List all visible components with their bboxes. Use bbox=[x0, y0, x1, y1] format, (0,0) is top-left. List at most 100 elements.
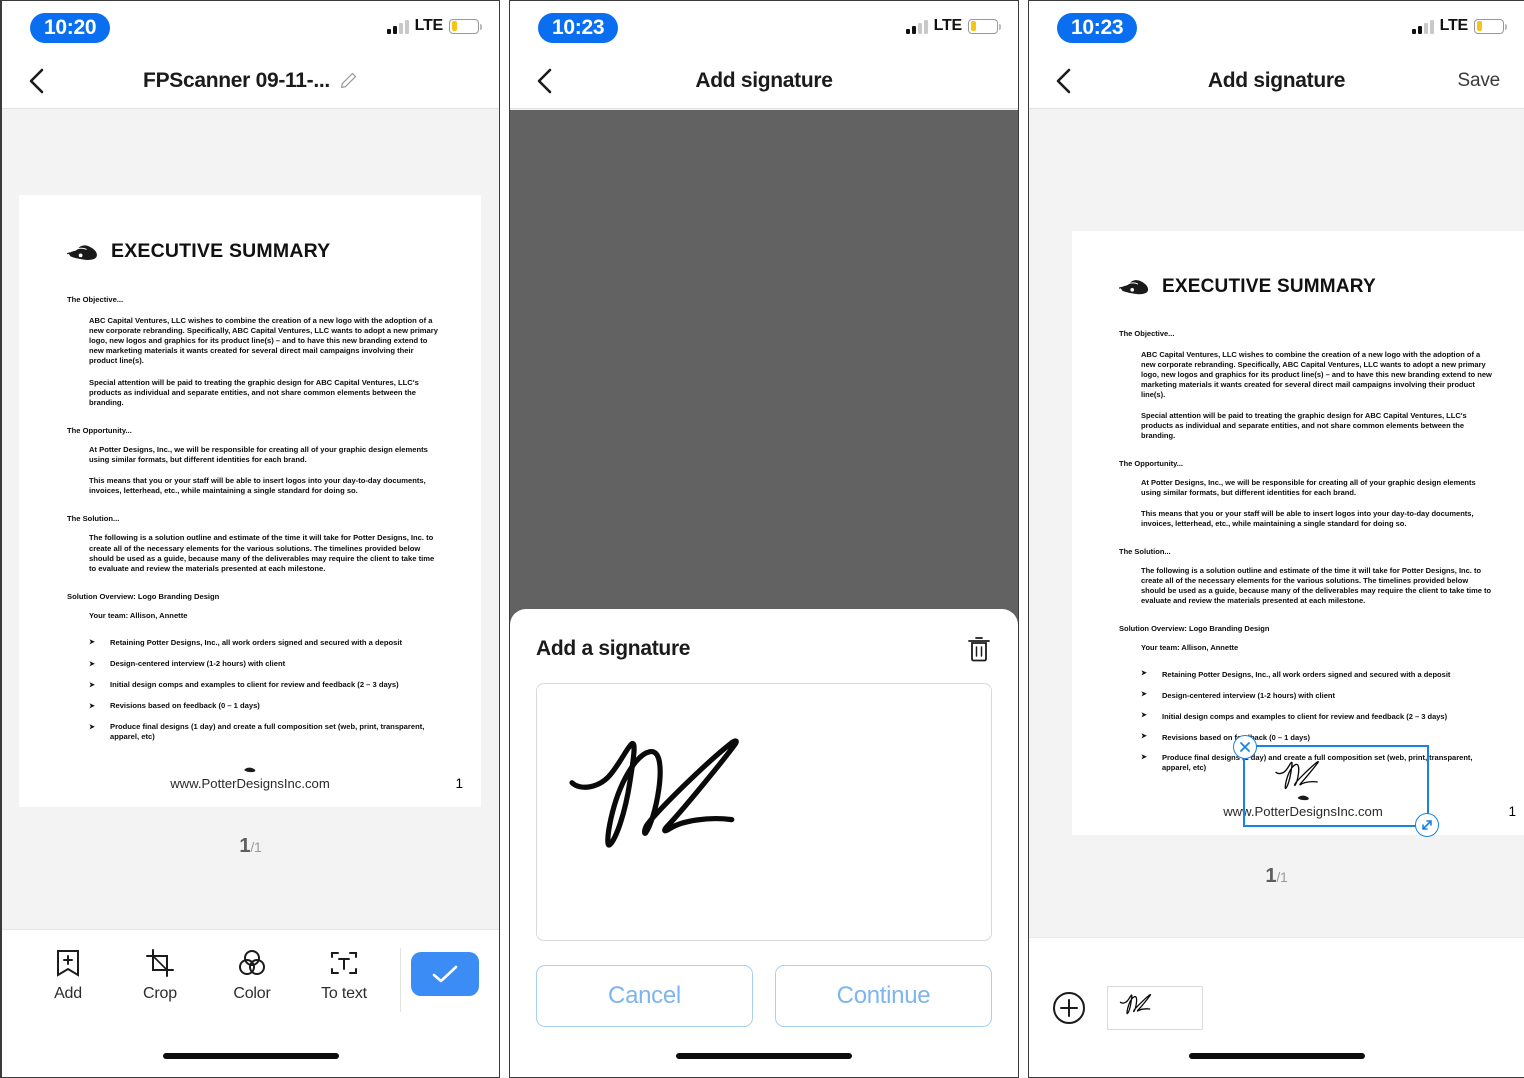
footer-logo-icon bbox=[244, 767, 256, 773]
cancel-button[interactable]: Cancel bbox=[536, 965, 753, 1027]
section-paragraph: At Potter Designs, Inc., we will be resp… bbox=[1141, 477, 1476, 497]
section-heading: The Objective... bbox=[1119, 329, 1175, 339]
crop-button-label: Crop bbox=[143, 985, 177, 1002]
battery-icon bbox=[449, 18, 482, 34]
sheet-actions: Cancel Continue bbox=[536, 965, 992, 1027]
resize-diagonal-icon[interactable] bbox=[1415, 813, 1439, 837]
section-paragraph: ABC Capital Ventures, LLC wishes to comb… bbox=[1141, 350, 1492, 400]
network-type-label: LTE bbox=[933, 17, 963, 34]
chevron-left-icon[interactable] bbox=[534, 67, 556, 95]
team-line: Your team: Allison, Annette bbox=[89, 610, 188, 620]
panel-spacer bbox=[1019, 0, 1028, 1078]
signature-tray bbox=[1029, 937, 1524, 1077]
signature-thumbnail[interactable] bbox=[1107, 985, 1203, 1030]
document-title: EXECUTIVE SUMMARY bbox=[1162, 276, 1376, 297]
plus-circle-icon[interactable] bbox=[1051, 990, 1087, 1026]
solution-overview-heading: Solution Overview: Logo Branding Design bbox=[67, 591, 220, 601]
three-panel-screenshot: 10:20 LTE FPScanner 09-11-... EXECUTIVE … bbox=[0, 0, 1524, 1078]
document-content: EXECUTIVE SUMMARY The Objective... ABC C… bbox=[19, 195, 481, 743]
section-paragraph: The following is a solution outline and … bbox=[89, 533, 435, 573]
signal-strength-icon bbox=[1411, 19, 1434, 34]
solution-overview-heading: Solution Overview: Logo Branding Design bbox=[1119, 623, 1270, 633]
status-bar: 10:23 LTE bbox=[1029, 1, 1524, 53]
color-button-label: Color bbox=[233, 985, 271, 1002]
signature-stroke bbox=[569, 738, 740, 849]
potter-designs-logo bbox=[67, 245, 97, 260]
section-paragraph: ABC Capital Ventures, LLC wishes to comb… bbox=[89, 316, 438, 366]
list-item: Produce final designs (1 day) and create… bbox=[89, 722, 441, 742]
panel-document-viewer: 10:20 LTE FPScanner 09-11-... EXECUTIVE … bbox=[0, 0, 500, 1078]
document-page-number: 1 bbox=[1508, 804, 1516, 819]
page-title: Add signature bbox=[1207, 68, 1346, 92]
network-type-label: LTE bbox=[414, 17, 444, 34]
section-heading: The Solution... bbox=[1119, 546, 1171, 556]
home-indicator bbox=[676, 1053, 852, 1059]
list-item: Initial design comps and examples to cli… bbox=[1141, 711, 1494, 722]
section-heading: The Solution... bbox=[67, 514, 120, 524]
status-indicators: LTE bbox=[386, 17, 482, 35]
signature-draw-canvas[interactable] bbox=[536, 683, 992, 941]
add-signature-sheet: Add a signature Cancel Continue bbox=[510, 609, 1018, 1077]
chevron-left-icon[interactable] bbox=[1053, 67, 1075, 95]
crop-button[interactable]: Crop bbox=[114, 948, 206, 1003]
add-button-label: Add bbox=[54, 985, 82, 1002]
battery-icon bbox=[1474, 18, 1507, 34]
document-scroll-area[interactable]: EXECUTIVE SUMMARY The Objective... ABC C… bbox=[2, 109, 499, 935]
section-paragraph: This means that you or your staff will b… bbox=[89, 476, 426, 496]
list-item: Revisions based on feedback (0 – 1 days) bbox=[89, 701, 441, 711]
status-bar: 10:23 LTE bbox=[510, 1, 1018, 53]
crop-icon bbox=[146, 949, 174, 977]
nav-bar: Add signature bbox=[510, 53, 1018, 109]
section-heading: The Objective... bbox=[67, 295, 124, 304]
status-time: 10:20 bbox=[30, 13, 111, 43]
signal-strength-icon bbox=[386, 19, 409, 34]
page-indicator-total: /1 bbox=[1276, 869, 1288, 885]
status-indicators: LTE bbox=[905, 17, 1001, 35]
signal-strength-icon bbox=[905, 19, 928, 34]
editing-toolbar: Add Crop Color To text bbox=[2, 929, 499, 1077]
list-item: Revisions based on feedback (0 – 1 days) bbox=[1141, 732, 1494, 743]
section-heading: The Opportunity... bbox=[67, 425, 132, 435]
potter-designs-logo bbox=[1119, 280, 1149, 295]
chevron-left-icon[interactable] bbox=[26, 67, 48, 95]
signature-placement-box[interactable] bbox=[1233, 735, 1439, 837]
section-paragraph: Special attention will be paid to treati… bbox=[1141, 411, 1467, 441]
sheet-title: Add a signature bbox=[536, 637, 691, 660]
pencil-icon[interactable] bbox=[339, 71, 358, 90]
battery-icon bbox=[968, 18, 1001, 34]
document-title: EXECUTIVE SUMMARY bbox=[111, 240, 331, 263]
footer-url: www.PotterDesignsInc.com bbox=[170, 776, 330, 791]
signature-stroke bbox=[1120, 993, 1152, 1014]
status-time: 10:23 bbox=[538, 13, 619, 43]
status-indicators: LTE bbox=[1411, 17, 1507, 35]
page-indicator: 1/1 bbox=[1029, 851, 1524, 900]
home-indicator bbox=[1188, 1053, 1365, 1059]
list-item: Retaining Potter Designs, Inc., all work… bbox=[89, 637, 441, 648]
panel-spacer bbox=[500, 0, 509, 1078]
color-filter-icon bbox=[239, 950, 265, 975]
page-indicator-current: 1 bbox=[1265, 865, 1277, 887]
sheet-header: Add a signature bbox=[536, 635, 992, 663]
team-line: Your team: Allison, Annette bbox=[1141, 642, 1239, 652]
status-bar: 10:20 LTE bbox=[2, 1, 499, 53]
confirm-button[interactable] bbox=[411, 952, 479, 996]
color-button[interactable]: Color bbox=[206, 948, 298, 1003]
deliverables-list: Retaining Potter Designs, Inc., all work… bbox=[89, 637, 441, 743]
page-title: FPScanner 09-11-... bbox=[143, 68, 330, 92]
list-item: Design-centered interview (1-2 hours) wi… bbox=[89, 659, 441, 669]
page-indicator-total: /1 bbox=[250, 839, 262, 855]
signature-stroke bbox=[1275, 760, 1320, 790]
list-item: Design-centered interview (1-2 hours) wi… bbox=[1141, 690, 1494, 701]
close-icon[interactable] bbox=[1233, 735, 1257, 759]
page-indicator: 1/1 bbox=[2, 821, 499, 870]
section-paragraph: The following is a solution outline and … bbox=[1141, 565, 1492, 605]
document-scroll-area[interactable]: EXECUTIVE SUMMARY The Objective... ABC C… bbox=[1029, 109, 1524, 939]
add-button[interactable]: Add bbox=[22, 948, 114, 1003]
page-indicator-current: 1 bbox=[239, 835, 251, 857]
page-title: Add signature bbox=[695, 68, 833, 92]
save-button[interactable]: Save bbox=[1457, 70, 1500, 92]
to-text-button[interactable]: To text bbox=[298, 948, 390, 1003]
document-page[interactable]: EXECUTIVE SUMMARY The Objective... ABC C… bbox=[19, 195, 481, 807]
continue-button[interactable]: Continue bbox=[775, 965, 992, 1027]
trash-icon[interactable] bbox=[966, 635, 992, 663]
